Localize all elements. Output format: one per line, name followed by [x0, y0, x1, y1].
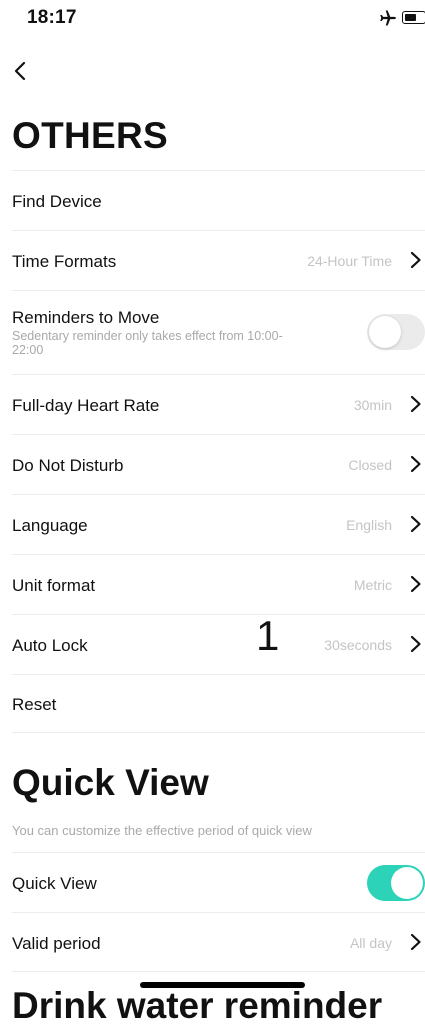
- row-reminders-to-move[interactable]: Reminders to Move Sedentary reminder onl…: [12, 290, 425, 374]
- row-value: Metric: [353, 577, 392, 593]
- row-full-day-heart-rate[interactable]: Full-day Heart Rate 30min: [12, 374, 425, 434]
- home-indicator[interactable]: [140, 982, 305, 988]
- row-label: Full-day Heart Rate: [12, 396, 160, 415]
- overlay-number: 1: [256, 612, 280, 659]
- row-unit-format[interactable]: Unit format Metric: [12, 554, 425, 614]
- quick-view-toggle[interactable]: [367, 865, 425, 901]
- row-quick-view[interactable]: Quick View: [12, 852, 425, 912]
- section-title-drink-water: Drink water reminder: [12, 985, 383, 1026]
- section-title-quick-view: Quick View: [12, 762, 209, 803]
- row-value: All day: [349, 935, 392, 951]
- row-label: Reset: [12, 695, 57, 714]
- row-find-device[interactable]: Find Device: [12, 170, 425, 230]
- section-title-others: OTHERS: [12, 115, 168, 156]
- row-label: Find Device: [12, 192, 102, 211]
- row-value: 24-Hour Time: [307, 253, 392, 269]
- row-reset[interactable]: Reset: [12, 674, 425, 733]
- row-do-not-disturb[interactable]: Do Not Disturb Closed: [12, 434, 425, 494]
- status-time: 18:17: [27, 7, 77, 28]
- row-time-formats[interactable]: Time Formats 24-Hour Time: [12, 230, 425, 290]
- row-value: Closed: [348, 457, 392, 473]
- row-value: English: [346, 517, 392, 533]
- row-language[interactable]: Language English: [12, 494, 425, 554]
- reminders-to-move-toggle[interactable]: [367, 314, 425, 350]
- battery-icon: [402, 11, 425, 24]
- chevron-right-icon: [410, 395, 421, 413]
- row-valid-period[interactable]: Valid period All day: [12, 912, 425, 972]
- status-bar: 18:17: [0, 0, 425, 40]
- chevron-right-icon: [410, 933, 421, 951]
- chevron-right-icon: [410, 455, 421, 473]
- row-label: Language: [12, 516, 88, 535]
- chevron-right-icon: [410, 575, 421, 593]
- row-label: Quick View: [12, 874, 97, 893]
- quick-view-description: You can customize the effective period o…: [12, 823, 312, 838]
- back-button[interactable]: [6, 56, 36, 86]
- chevron-right-icon: [410, 251, 421, 269]
- toggle-knob: [369, 316, 401, 348]
- row-label: Valid period: [12, 934, 101, 953]
- row-value: 30min: [353, 397, 392, 413]
- row-value: 30seconds: [324, 637, 392, 653]
- row-label: Unit format: [12, 576, 96, 595]
- row-label: Auto Lock: [12, 636, 88, 655]
- airplane-icon: [380, 10, 396, 26]
- row-subtitle: Sedentary reminder only takes effect fro…: [12, 329, 283, 357]
- row-auto-lock[interactable]: Auto Lock 30seconds: [12, 614, 425, 674]
- row-label: Do Not Disturb: [12, 456, 124, 475]
- chevron-right-icon: [410, 635, 421, 653]
- chevron-right-icon: [410, 515, 421, 533]
- row-label: Time Formats: [12, 252, 117, 271]
- toggle-knob: [391, 867, 423, 899]
- row-label: Reminders to Move: [12, 308, 160, 327]
